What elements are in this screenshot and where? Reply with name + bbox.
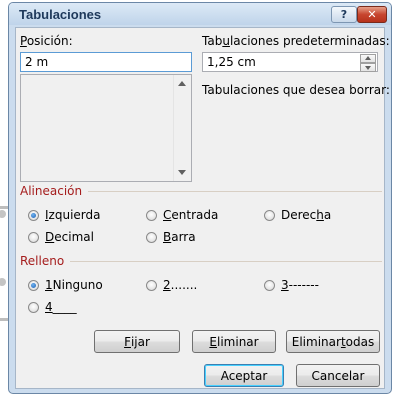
tabs-dialog: Tabulaciones ? ✕ Posición: 2 m Tabulacio… [8,2,392,394]
radio-icon [28,301,39,313]
help-button[interactable]: ? [331,6,357,23]
scroll-up-icon[interactable] [178,81,186,86]
default-tabs-input[interactable]: 1,25 cm [202,52,378,72]
dialog-body: Posición: 2 m Tabulaciones predeterminad… [15,27,390,389]
default-tabs-value: 1,25 cm [207,55,256,69]
alignment-header: Alineación [20,184,382,198]
tab-stops-scrollbar[interactable] [173,75,191,181]
close-icon: ✕ [367,8,377,21]
spin-down-icon [365,66,371,70]
clear-button[interactable]: Eliminar [192,330,276,353]
radio-icon [28,231,39,243]
title-bar[interactable]: Tabulaciones ? ✕ [9,3,391,25]
scroll-down-icon[interactable] [178,170,186,175]
radio-icon [146,231,157,243]
dialog-title: Tabulaciones [19,7,102,22]
spin-down-button[interactable] [360,63,376,72]
align-center-radio[interactable]: Centrada [146,208,218,222]
divider [70,260,382,262]
set-button[interactable]: Fijar [94,330,180,353]
close-button[interactable]: ✕ [357,6,387,23]
radio-selected-icon [28,279,39,291]
cancel-button[interactable]: Cancelar [296,364,380,387]
spin-up-icon [365,56,371,60]
radio-icon [146,209,157,221]
radio-selected-icon [28,209,39,221]
ok-button[interactable]: Aceptar [204,364,284,387]
divider [88,190,382,192]
align-right-radio[interactable]: Derec h a [264,208,331,222]
spin-up-button[interactable] [360,54,376,63]
radio-icon [146,279,157,291]
radio-icon [264,209,275,221]
leader-dashes-radio[interactable]: 3 ------- [264,278,319,292]
align-decimal-radio[interactable]: Decimal [28,230,94,244]
help-icon: ? [340,8,348,21]
default-tabs-label: Tabulaciones predeterminadas: [202,34,390,48]
radio-icon [264,279,275,291]
position-input[interactable]: 2 m [20,52,192,72]
clear-tabs-label: Tabulaciones que desea borrar: [202,83,390,97]
alignment-header-text: Alineación [20,184,83,198]
leader-header-text: Relleno [20,254,65,268]
leader-dots-radio[interactable]: 2 ....... [146,278,197,292]
leader-underline-radio[interactable]: 4 ____ [28,300,77,314]
default-tabs-spinner[interactable] [360,54,376,72]
align-left-radio[interactable]: Izquierda [28,208,100,222]
background-dot [0,278,6,286]
tab-stops-list[interactable] [20,74,192,182]
position-label: Posición: [20,34,73,48]
leader-header: Relleno [20,254,382,268]
leader-none-radio[interactable]: 1 Ninguno [28,278,103,292]
background-dot [0,210,6,218]
align-bar-radio[interactable]: Barra [146,230,196,244]
clear-all-button[interactable]: Eliminar t odas [286,330,380,353]
